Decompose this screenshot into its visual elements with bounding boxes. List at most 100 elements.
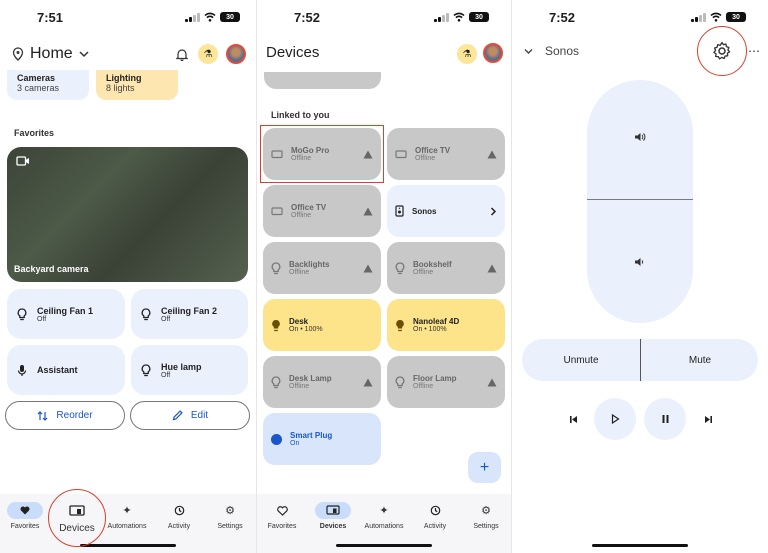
highlight-circle-devices (48, 489, 106, 547)
nav-devices[interactable]: Devices (308, 502, 358, 530)
device-state: Offline (413, 383, 434, 390)
category-chip-cameras[interactable]: Cameras 3 cameras (7, 70, 89, 100)
device-state: On • 100% (289, 326, 323, 333)
nav-favorites[interactable]: Favorites (257, 502, 307, 530)
mute-toggle-group: Unmute Mute (522, 339, 758, 381)
tile-state: Off (37, 315, 47, 323)
device-name: Smart Plug (290, 431, 333, 440)
device-state: On • 100% (413, 326, 447, 333)
more-options-icon[interactable]: ⋯ (748, 44, 760, 58)
device-name: Bookshelf (413, 260, 452, 269)
device-header: Sonos (524, 44, 579, 58)
reorder-button[interactable]: Reorder (5, 401, 125, 430)
volume-divider (587, 199, 693, 200)
mute-button[interactable]: Mute (641, 339, 759, 381)
heart-outline-icon (276, 505, 288, 516)
edit-button[interactable]: Edit (130, 401, 250, 430)
device-tile-backlights[interactable]: Backlights Offline (263, 242, 381, 294)
volume-down-icon[interactable] (634, 257, 644, 267)
device-tile-office-tv[interactable]: Office TV Offline (387, 128, 505, 180)
category-chip-lighting[interactable]: Lighting 8 lights (96, 70, 178, 100)
home-selector[interactable]: Home (30, 45, 73, 63)
chevron-down-icon[interactable] (524, 48, 533, 55)
home-indicator (592, 544, 688, 547)
sparkle-icon: ✦ (379, 505, 389, 517)
volume-up-icon[interactable] (634, 132, 646, 142)
status-bar: 7:51 30 (0, 10, 256, 26)
swap-vertical-icon (37, 410, 48, 421)
camera-label: Backyard camera (14, 264, 89, 274)
nav-activity[interactable]: Activity (410, 502, 460, 530)
device-tile-smart-plug[interactable]: Smart Plug On (263, 413, 381, 465)
previous-track-button[interactable] (552, 398, 594, 440)
highlight-circle-settings (697, 26, 747, 76)
chevron-down-icon[interactable] (79, 50, 89, 58)
signal-icon (185, 12, 200, 22)
chip-title: Cameras (17, 73, 56, 83)
chip-title: Lighting (106, 73, 142, 83)
device-name: Nanoleaf 4D (413, 317, 460, 326)
bell-icon[interactable] (176, 48, 188, 61)
favorite-tile-ceiling-fan-2[interactable]: Ceiling Fan 2 Off (131, 289, 248, 339)
device-tile-bookshelf[interactable]: Bookshelf Offline (387, 242, 505, 294)
nav-pill (315, 502, 351, 519)
heart-icon (20, 506, 30, 515)
favorite-tile-ceiling-fan-1[interactable]: Ceiling Fan 1 Off (7, 289, 125, 339)
gear-icon: ⚙ (481, 505, 491, 517)
nav-automations[interactable]: ✦ Automations (359, 502, 409, 530)
nav-activity[interactable]: Activity (154, 502, 204, 530)
device-title: Sonos (545, 44, 580, 58)
favorite-tile-assistant[interactable]: Assistant (7, 345, 125, 395)
bulb-icon (395, 261, 405, 274)
nav-label: Automations (107, 523, 147, 530)
backyard-camera-tile[interactable]: Backyard camera (7, 147, 248, 282)
tv-icon (395, 149, 407, 158)
plug-icon (271, 433, 282, 445)
labs-icon[interactable]: ⚗ (198, 44, 218, 64)
sonos-screen: 7:52 30 Sonos ⋯ Unmute Mute (512, 0, 768, 553)
volume-slider[interactable] (587, 80, 693, 323)
nav-pill (264, 502, 300, 519)
device-tile-desk[interactable]: Desk On • 100% (263, 299, 381, 351)
home-screen: 7:51 30 Home ⚗ Cameras 3 cameras Lightin… (0, 0, 256, 553)
bottom-nav: Favorites Devices ✦ Automations Activity… (257, 494, 511, 553)
home-indicator (80, 544, 176, 547)
tv-icon (271, 206, 283, 215)
pause-button[interactable] (644, 398, 686, 440)
nav-settings[interactable]: ⚙ Settings (461, 502, 511, 530)
device-tile-sonos[interactable]: Sonos (387, 185, 505, 237)
device-tile-floor-lamp[interactable]: Floor Lamp Offline (387, 356, 505, 408)
device-tile-office-tv-2[interactable]: Office TV Offline (263, 185, 381, 237)
speaker-icon (395, 205, 404, 217)
device-tile-desk-lamp[interactable]: Desk Lamp Offline (263, 356, 381, 408)
tile-name: Assistant (37, 365, 78, 375)
device-name: Office TV (291, 203, 327, 212)
bulb-icon (395, 375, 405, 388)
add-device-button[interactable]: + (468, 452, 501, 483)
tile-name: Ceiling Fan 1 (37, 305, 94, 316)
unmute-button[interactable]: Unmute (522, 339, 640, 381)
device-state: Offline (415, 155, 436, 162)
avatar[interactable] (483, 43, 503, 63)
bulb-icon (17, 307, 27, 320)
battery-icon: 30 (726, 12, 746, 22)
nav-favorites[interactable]: Favorites (0, 502, 50, 530)
favorite-tile-hue-lamp[interactable]: Hue lamp Off (131, 345, 248, 395)
pause-icon (662, 415, 668, 423)
next-track-button[interactable] (687, 398, 729, 440)
labs-icon[interactable]: ⚗ (457, 44, 477, 64)
warning-icon (363, 207, 373, 215)
avatar[interactable] (226, 44, 246, 64)
play-button[interactable] (594, 398, 636, 440)
gear-icon: ⚙ (225, 505, 235, 517)
device-name: Sonos (412, 206, 437, 216)
battery-icon: 30 (220, 12, 240, 22)
edit-label: Edit (190, 410, 209, 421)
device-tile-nanoleaf-4d[interactable]: Nanoleaf 4D On • 100% (387, 299, 505, 351)
nav-settings[interactable]: ⚙ Settings (205, 502, 255, 530)
warning-icon (487, 264, 497, 272)
nav-label: Settings (217, 523, 243, 530)
nav-label: Automations (364, 523, 404, 530)
nav-pill (7, 502, 43, 519)
nav-automations[interactable]: ✦ Automations (102, 502, 152, 530)
